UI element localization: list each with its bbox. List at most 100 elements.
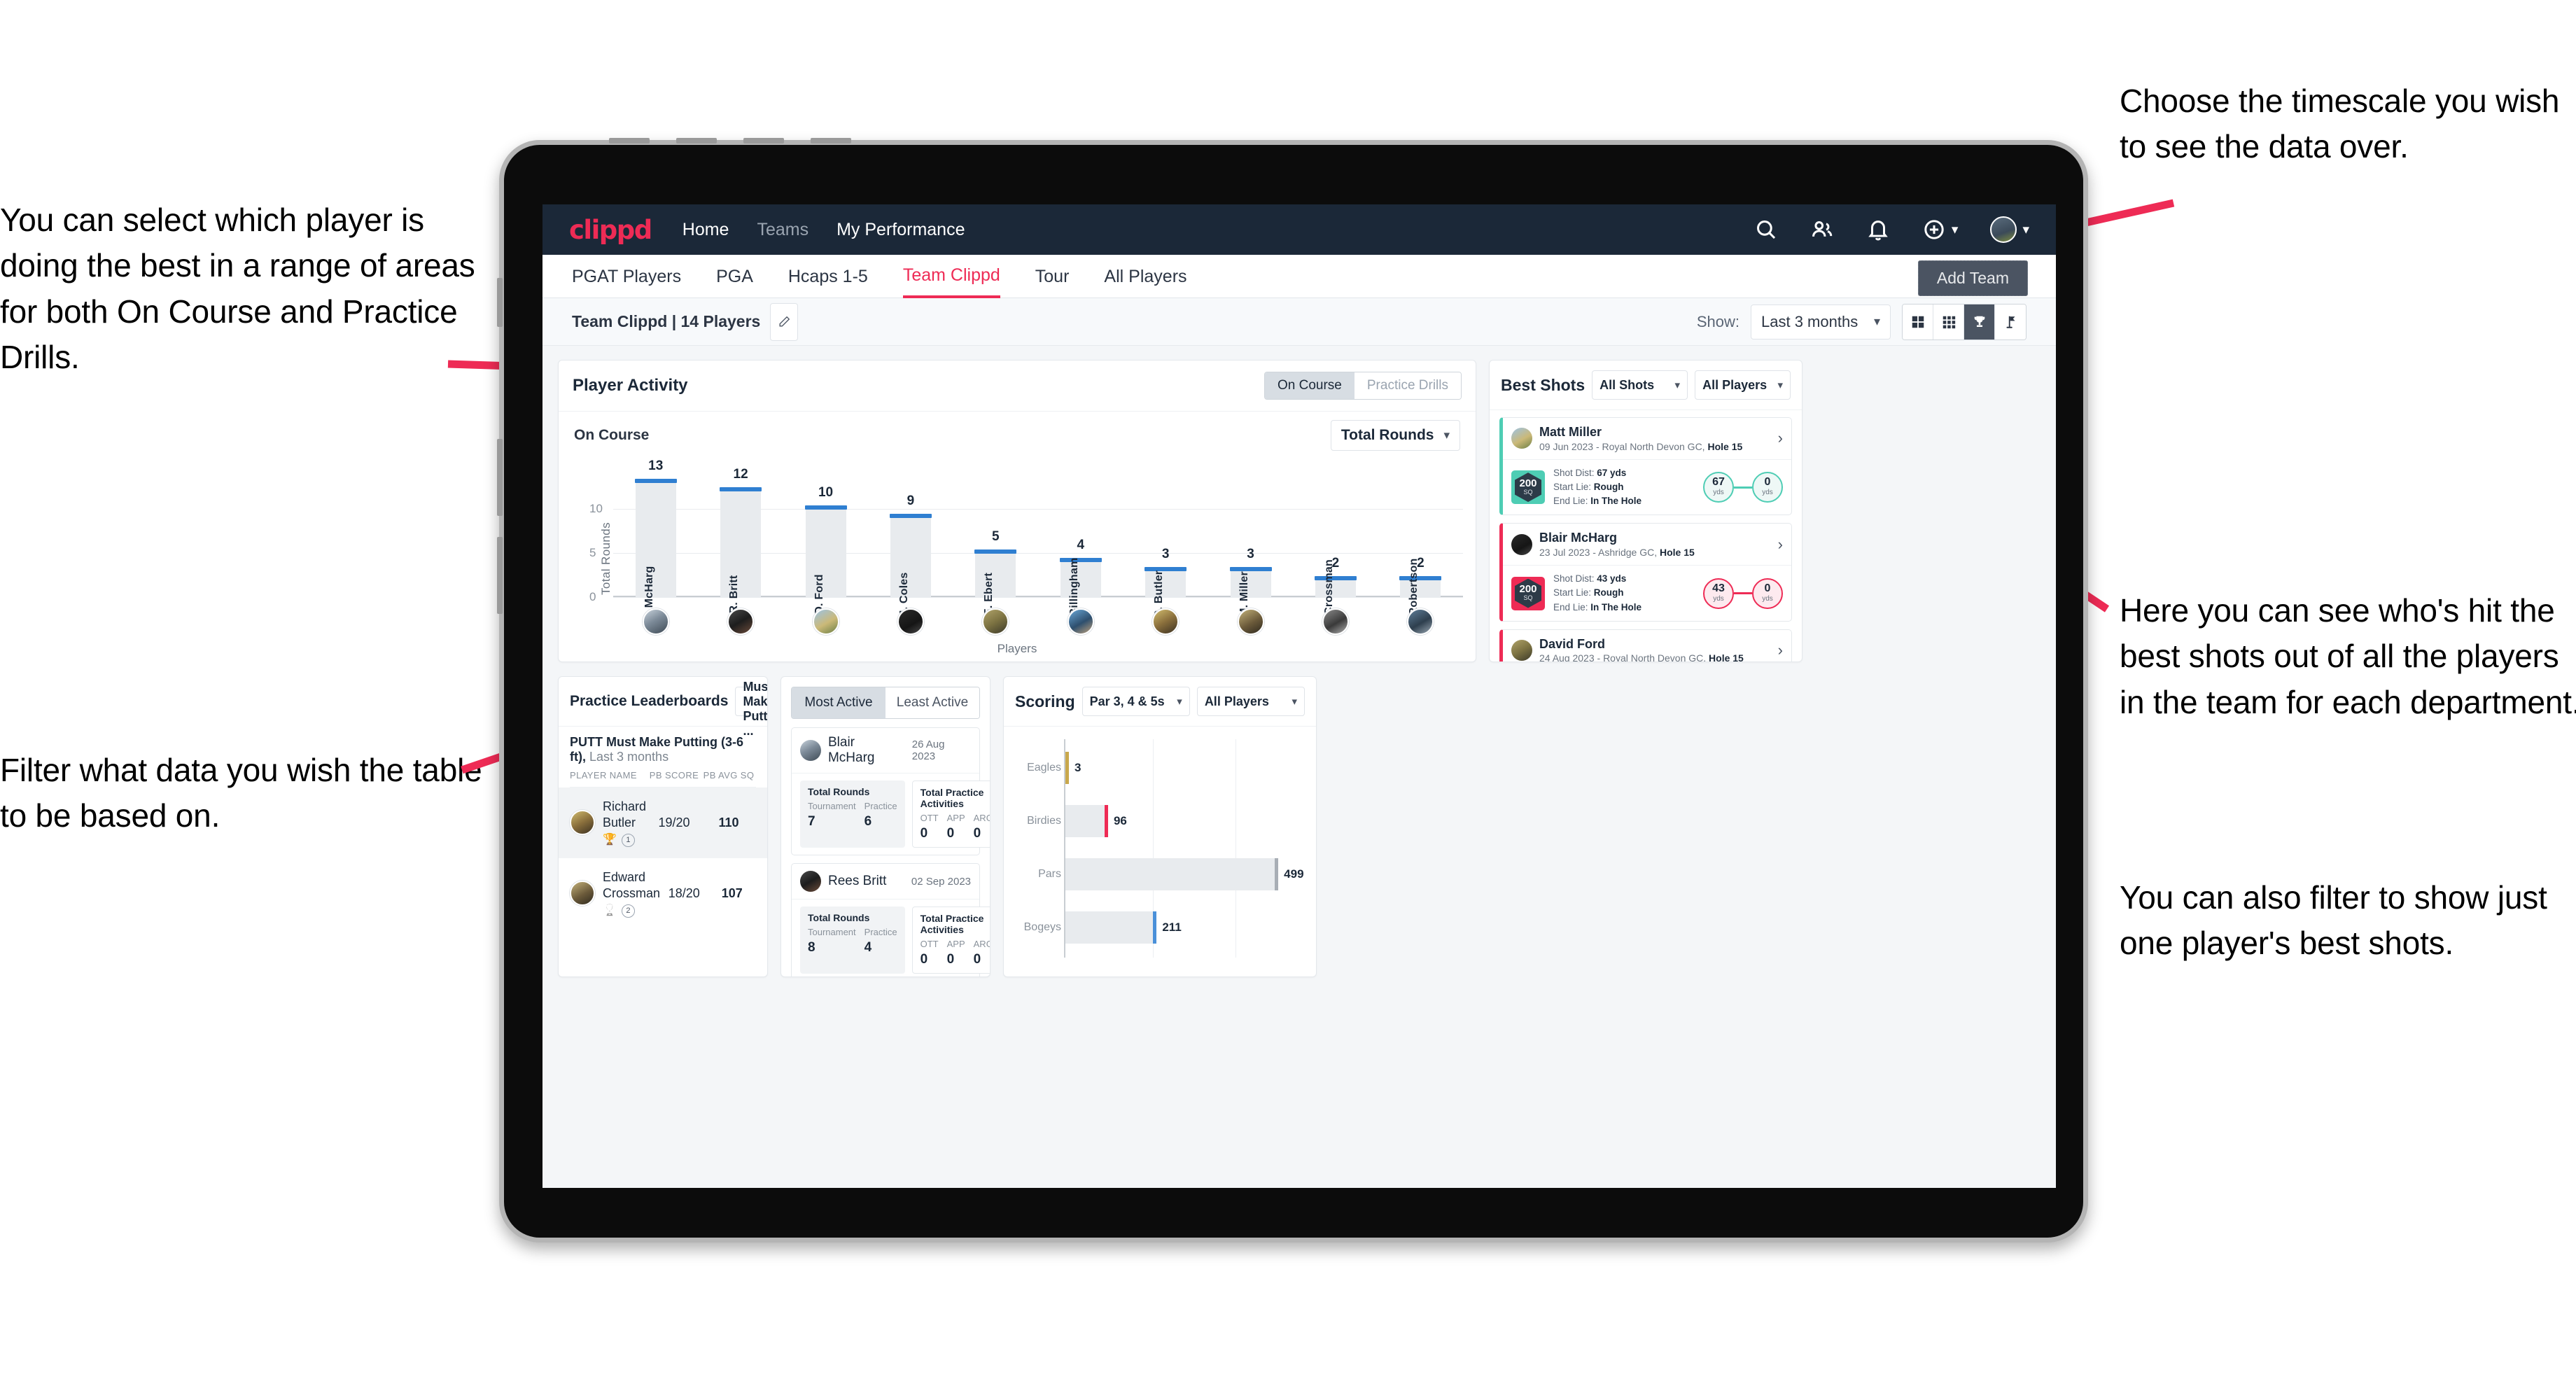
table-header-row: PLAYER NAME PB SCORE PB AVG SQ (570, 770, 756, 788)
view-flag-button[interactable] (1995, 304, 2026, 340)
view-grid-2x2-button[interactable] (1903, 304, 1933, 340)
chart-avatar-slot (698, 608, 783, 635)
best-shot-item[interactable]: David Ford 24 Aug 2023 - Royal North Devo… (1499, 629, 1792, 662)
chevron-right-icon[interactable]: › (1778, 536, 1783, 554)
clippd-logo[interactable]: clippd (569, 215, 652, 245)
tab-hcaps-1-5[interactable]: Hcaps 1-5 (788, 255, 868, 297)
player-name: Edward Crossman (603, 869, 661, 901)
tab-all-players[interactable]: All Players (1104, 255, 1186, 297)
chart-bar-value: 13 (648, 458, 664, 473)
best-shot-item[interactable]: Blair McHarg 23 Jul 2023 - Ashridge GC, H… (1499, 523, 1792, 622)
chevron-down-icon: ▾ (1177, 696, 1182, 708)
chart-bar-column[interactable]: 12 R. Britt (698, 467, 783, 613)
activity-card[interactable]: Rees Britt 02 Sep 2023 Total Rounds Tournam… (791, 863, 990, 976)
app-screen: clippd Home Teams My Performance ▾ ▾ PGA… (542, 204, 2056, 1188)
player-avatar[interactable] (1407, 608, 1434, 635)
practice-stat-key: ARG (973, 813, 990, 823)
nav-link-my-performance[interactable]: My Performance (836, 220, 965, 240)
chart-bar-column[interactable]: 9 J. Coles (868, 473, 953, 616)
shot-dist-label: Shot Dist: (1553, 467, 1597, 478)
best-shot-player-name: Matt Miller (1539, 425, 1602, 439)
chart-bar-column[interactable]: 5 E. Ebert (953, 473, 1038, 616)
people-icon[interactable] (1810, 218, 1834, 241)
avatar[interactable] (1990, 216, 2017, 243)
segment-practice-drills[interactable]: Practice Drills (1354, 372, 1461, 399)
tab-most-active[interactable]: Most Active (792, 687, 886, 718)
total-practice-title: Total Practice Activities (920, 913, 984, 935)
chevron-right-icon[interactable]: › (1778, 641, 1783, 659)
tab-tour[interactable]: Tour (1035, 255, 1070, 297)
hexagon-icon: 200 SQ (1515, 472, 1541, 503)
table-row[interactable]: Edward Crossman 🏆 2 18/20 107 (570, 858, 756, 929)
tab-pga[interactable]: PGA (716, 255, 753, 297)
player-avatar[interactable] (642, 608, 669, 635)
search-icon[interactable] (1754, 218, 1778, 241)
avatar (570, 881, 595, 906)
distance-connector (1734, 592, 1752, 594)
scoring-par-filter[interactable]: Par 3, 4 & 5s ▾ (1082, 687, 1190, 716)
device-button-top-4 (811, 138, 851, 144)
chevron-down-icon: ▾ (1674, 379, 1681, 391)
chart-bar-column[interactable]: 4 D. Billingham (1038, 473, 1123, 631)
metric-select[interactable]: Total Rounds ▾ (1330, 420, 1460, 451)
practice-leaderboards-title: Practice Leaderboards (570, 693, 729, 709)
chart-bar-column[interactable]: 13 B. McHarg (613, 458, 698, 622)
player-avatar[interactable] (1067, 608, 1094, 635)
rounds-stat-value: 7 (808, 814, 816, 829)
view-trophy-button[interactable] (1964, 304, 1995, 340)
player-avatar[interactable] (897, 608, 924, 635)
plus-circle-icon[interactable] (1922, 218, 1946, 241)
player-avatar[interactable] (1322, 608, 1349, 635)
best-shots-card: Best Shots All Shots ▾ All Players ▾ Mat… (1489, 360, 1802, 662)
best-shots-shot-filter[interactable]: All Shots ▾ (1592, 370, 1688, 400)
dashboard-row-bottom: Practice Leaderboards PUTT Must Make Put… (558, 676, 2040, 977)
bell-icon[interactable] (1866, 218, 1890, 241)
segment-on-course[interactable]: On Course (1265, 372, 1354, 399)
player-avatar[interactable] (1237, 608, 1264, 635)
scoring-header: Scoring Par 3, 4 & 5s ▾ All Players ▾ (1004, 677, 1316, 727)
device-button-left-2 (497, 439, 503, 516)
scoring-player-filter[interactable]: All Players ▾ (1196, 687, 1305, 716)
edit-team-button[interactable] (770, 302, 799, 341)
profile-menu[interactable]: ▾ (1990, 216, 2029, 243)
best-shot-item[interactable]: Matt Miller 09 Jun 2023 - Royal North Dev… (1499, 417, 1792, 516)
player-avatar[interactable] (812, 608, 839, 635)
from-value: 67 (1712, 476, 1725, 489)
nav-link-teams[interactable]: Teams (757, 220, 808, 240)
chart-bar-column[interactable]: 2 C. Robertson (1378, 473, 1463, 630)
toolbar: Team Clippd | 14 Players Show: Last 3 mo… (542, 298, 2056, 346)
scoring-bar-cap (1275, 858, 1279, 890)
chart-y-tick: 0 (589, 590, 596, 603)
row-player-text: Richard Butler 🏆 1 (603, 799, 647, 847)
table-row[interactable]: Richard Butler 🏆 1 19/20 110 (559, 788, 767, 858)
player-avatar[interactable] (727, 608, 755, 635)
activity-date: 02 Sep 2023 (911, 875, 971, 888)
sub-tab-bar: PGAT Players PGA Hcaps 1-5 Team Clippd T… (542, 255, 2056, 298)
chart-bar-column[interactable]: 3 R. Butler (1123, 473, 1208, 618)
add-menu[interactable]: ▾ (1922, 218, 1958, 241)
avatar (570, 810, 595, 836)
total-rounds-box: Total Rounds Tournament 8 Practice 4 (800, 906, 905, 974)
toolbar-right: Show: Last 3 months ▾ (1697, 303, 2026, 340)
chart-y-tick: 5 (589, 545, 596, 559)
tab-least-active[interactable]: Least Active (886, 687, 979, 718)
tab-team-clippd[interactable]: Team Clippd (902, 254, 1000, 298)
view-grid-3x3-button[interactable] (1933, 304, 1964, 340)
drill-select[interactable]: PUTT Must Make Putting ... ▾ (735, 677, 767, 738)
nav-link-home[interactable]: Home (682, 220, 729, 240)
scoring-bar: 96 (1065, 805, 1127, 837)
scoring-bar: 211 (1065, 911, 1182, 944)
chart-bar-column[interactable]: 10 D. Ford (783, 473, 868, 615)
best-shots-player-filter[interactable]: All Players ▾ (1695, 370, 1791, 400)
activity-card[interactable]: Blair McHarg 26 Aug 2023 Total Rounds Tourn… (791, 727, 990, 855)
player-avatar[interactable] (982, 608, 1009, 635)
tab-pgat-players[interactable]: PGAT Players (572, 255, 681, 297)
add-team-button[interactable]: Add Team (1917, 260, 2028, 296)
player-avatar[interactable] (1152, 608, 1180, 635)
chevron-right-icon[interactable]: › (1778, 429, 1783, 447)
timescale-select[interactable]: Last 3 months ▾ (1751, 304, 1891, 340)
scoring-bar-value: 499 (1284, 867, 1304, 881)
total-practice-box: Total Practice ActivitiesOTT0APP0ARG0PUT… (911, 906, 990, 974)
chart-bar-column[interactable]: 3 M. Miller (1208, 473, 1293, 617)
chart-bar-column[interactable]: 2 E. Crossman (1293, 473, 1378, 629)
